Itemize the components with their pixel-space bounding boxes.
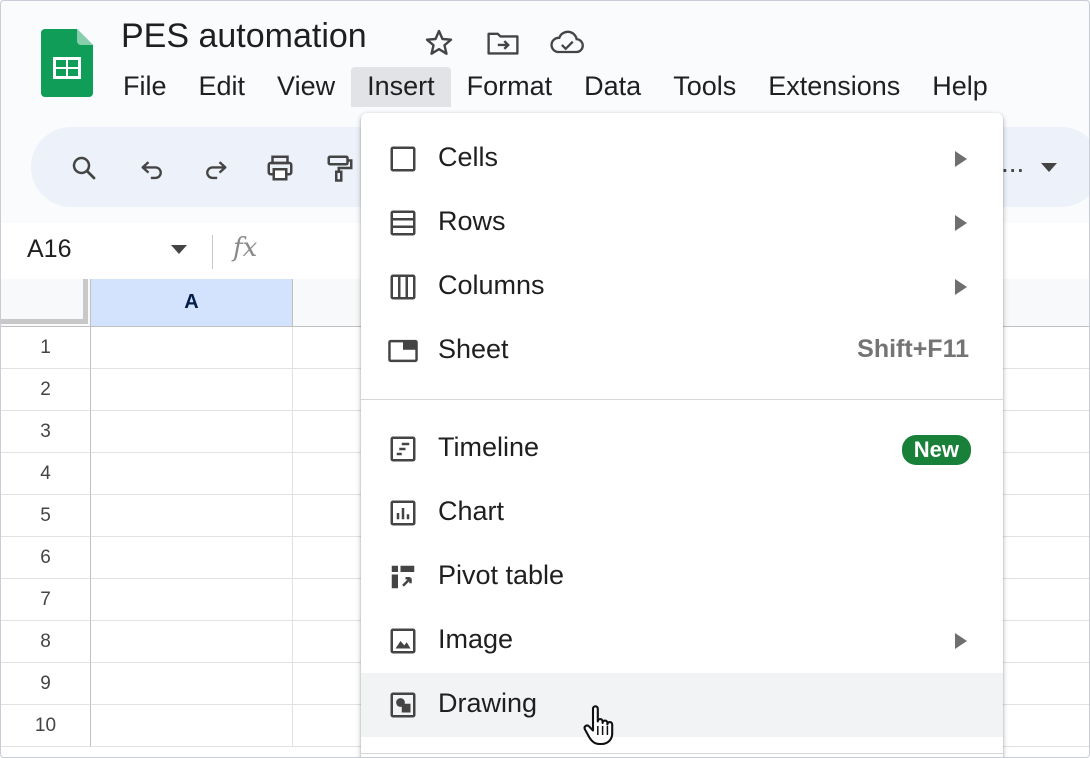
new-badge: New xyxy=(901,435,971,465)
insert-columns-label: Columns xyxy=(438,270,545,300)
menu-help[interactable]: Help xyxy=(916,67,1004,107)
document-title[interactable]: PES automation xyxy=(121,17,367,56)
cell[interactable] xyxy=(91,621,293,663)
cell[interactable] xyxy=(91,663,293,705)
columns-icon xyxy=(387,271,419,303)
cloud-saved-icon[interactable] xyxy=(549,25,585,61)
toolbar-overflow-text: ... xyxy=(1001,147,1025,178)
menu-view[interactable]: View xyxy=(261,67,351,107)
insert-chart-label: Chart xyxy=(438,496,505,526)
insert-cells-item[interactable]: Cells xyxy=(361,127,1003,191)
sheet-icon xyxy=(387,335,419,367)
cell[interactable] xyxy=(91,537,293,579)
drawing-icon xyxy=(387,689,419,721)
insert-columns-item[interactable]: Columns xyxy=(361,255,1003,319)
cell[interactable] xyxy=(91,495,293,537)
timeline-icon xyxy=(387,433,419,465)
insert-sheet-label: Sheet xyxy=(438,334,509,364)
cell[interactable] xyxy=(91,411,293,453)
paint-format-icon[interactable] xyxy=(323,151,357,185)
cell[interactable] xyxy=(91,453,293,495)
insert-drawing-item[interactable]: Drawing xyxy=(361,673,1003,737)
formula-bar-divider xyxy=(212,235,213,269)
row-header[interactable]: 3 xyxy=(1,411,91,453)
cell[interactable] xyxy=(91,327,293,369)
hand-cursor-icon xyxy=(581,705,617,747)
cell[interactable] xyxy=(91,579,293,621)
row-header[interactable]: 1 xyxy=(1,327,91,369)
insert-rows-item[interactable]: Rows xyxy=(361,191,1003,255)
menu-divider xyxy=(361,753,1003,754)
insert-timeline-item[interactable]: Timeline New xyxy=(361,417,1003,481)
insert-chart-item[interactable]: Chart xyxy=(361,481,1003,545)
submenu-arrow-icon xyxy=(955,215,967,231)
insert-rows-label: Rows xyxy=(438,206,506,236)
rows-icon xyxy=(387,207,419,239)
submenu-arrow-icon xyxy=(955,151,967,167)
cell[interactable] xyxy=(91,705,293,747)
submenu-arrow-icon xyxy=(955,633,967,649)
pivot-table-icon xyxy=(387,561,419,593)
menu-extensions[interactable]: Extensions xyxy=(752,67,916,107)
cells-icon xyxy=(387,143,419,175)
insert-pivot-table-item[interactable]: Pivot table xyxy=(361,545,1003,609)
fx-icon: fx xyxy=(233,233,258,263)
row-header[interactable]: 7 xyxy=(1,579,91,621)
search-icon[interactable] xyxy=(67,151,101,185)
menu-divider xyxy=(361,399,1003,400)
insert-menu: Cells Rows Columns Sheet Shift+F11 Timel… xyxy=(361,113,1003,757)
sheets-logo[interactable] xyxy=(41,29,93,97)
menu-data[interactable]: Data xyxy=(568,67,657,107)
star-icon[interactable] xyxy=(421,25,457,61)
menu-format[interactable]: Format xyxy=(451,67,569,107)
row-header[interactable]: 2 xyxy=(1,369,91,411)
redo-icon[interactable] xyxy=(199,151,233,185)
select-all-corner[interactable] xyxy=(1,279,91,327)
menu-bar: File Edit View Insert Format Data Tools … xyxy=(107,67,1004,111)
row-header[interactable]: 6 xyxy=(1,537,91,579)
menu-insert[interactable]: Insert xyxy=(351,67,451,107)
insert-drawing-label: Drawing xyxy=(438,688,538,718)
name-box-dropdown-icon[interactable] xyxy=(171,245,187,254)
row-header[interactable]: 8 xyxy=(1,621,91,663)
print-icon[interactable] xyxy=(263,151,297,185)
menu-edit[interactable]: Edit xyxy=(183,67,262,107)
insert-pivot-table-label: Pivot table xyxy=(438,560,565,590)
insert-timeline-label: Timeline xyxy=(438,432,540,462)
cell[interactable] xyxy=(91,369,293,411)
row-header[interactable]: 5 xyxy=(1,495,91,537)
menu-file[interactable]: File xyxy=(107,67,183,107)
row-header[interactable]: 4 xyxy=(1,453,91,495)
image-icon xyxy=(387,625,419,657)
chevron-down-icon[interactable] xyxy=(1041,163,1057,172)
move-to-folder-icon[interactable] xyxy=(485,25,521,61)
undo-icon[interactable] xyxy=(135,151,169,185)
insert-image-item[interactable]: Image xyxy=(361,609,1003,673)
chart-icon xyxy=(387,497,419,529)
row-header[interactable]: 9 xyxy=(1,663,91,705)
column-header-a[interactable]: A xyxy=(91,279,293,327)
insert-cells-label: Cells xyxy=(438,142,499,172)
insert-sheet-item[interactable]: Sheet Shift+F11 xyxy=(361,319,1003,383)
menu-tools[interactable]: Tools xyxy=(657,67,752,107)
sheet-shortcut: Shift+F11 xyxy=(857,335,969,363)
row-header[interactable]: 10 xyxy=(1,705,91,747)
name-box[interactable]: A16 xyxy=(27,235,71,264)
insert-image-label: Image xyxy=(438,624,514,654)
submenu-arrow-icon xyxy=(955,279,967,295)
app-window: PES automation File Edit View Insert For… xyxy=(0,0,1090,758)
